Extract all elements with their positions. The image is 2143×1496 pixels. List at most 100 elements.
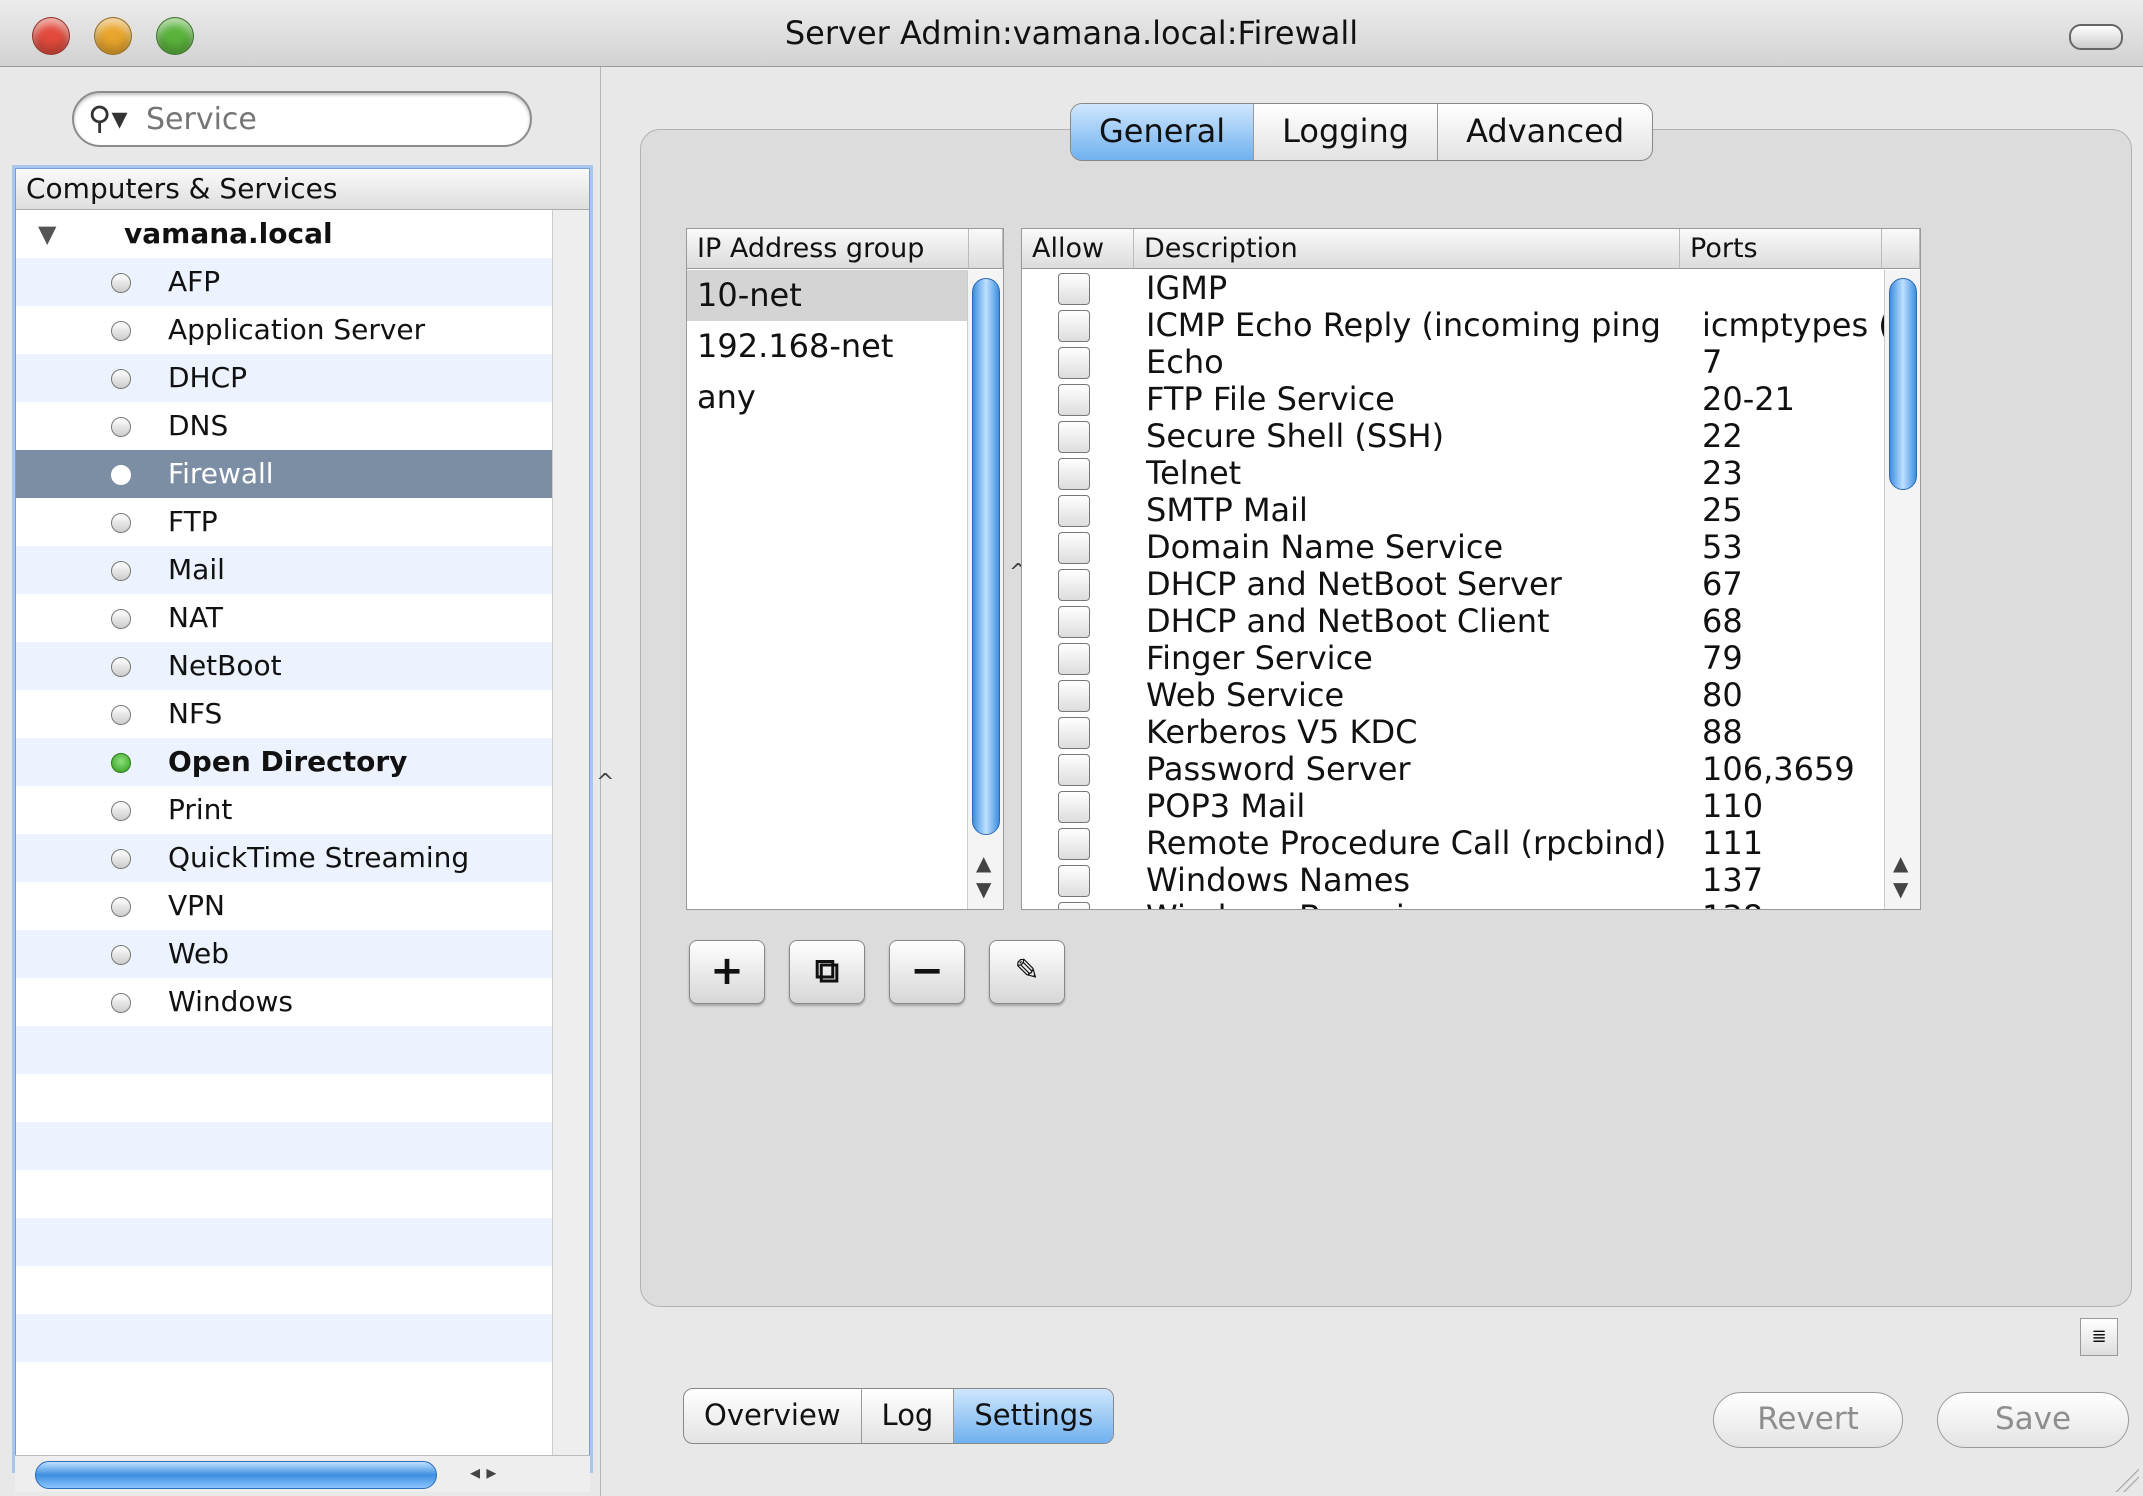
allow-checkbox[interactable] <box>1058 384 1090 416</box>
service-row[interactable]: DHCP and NetBoot Client 68 <box>1022 603 1882 640</box>
ip-list-scroll-thumb[interactable] <box>972 278 1000 835</box>
disclosure-triangle-icon[interactable]: ▼ <box>38 210 56 258</box>
sidebar-item-nfs[interactable]: NFS <box>16 690 552 738</box>
tree-horizontal-scrollbar[interactable]: ◂ ▸ <box>15 1455 590 1492</box>
duplicate-group-button[interactable]: ⧉ <box>789 940 865 1004</box>
service-description: Domain Name Service <box>1146 529 1504 566</box>
allow-checkbox[interactable] <box>1058 569 1090 601</box>
service-search-field[interactable]: ⚲▾ <box>72 91 532 147</box>
allow-checkbox[interactable] <box>1058 828 1090 860</box>
view-overview[interactable]: Overview <box>684 1389 862 1443</box>
allow-checkbox[interactable] <box>1058 458 1090 490</box>
service-row[interactable]: Password Server 106,3659 <box>1022 751 1882 788</box>
scroll-arrows-icon[interactable]: ◂ ▸ <box>470 1460 496 1484</box>
service-row[interactable]: IGMP <box>1022 270 1882 307</box>
allow-checkbox[interactable] <box>1058 902 1090 909</box>
service-row[interactable]: ICMP Echo Reply (incoming ping icmptypes … <box>1022 307 1884 344</box>
window-title: Server Admin:vamana.local:Firewall <box>784 14 1359 52</box>
sidebar-item-dhcp[interactable]: DHCP <box>16 354 552 402</box>
toolbar-toggle-button[interactable] <box>2069 24 2123 50</box>
sidebar-item-vpn[interactable]: VPN <box>16 882 552 930</box>
add-group-button[interactable]: + <box>689 940 765 1004</box>
service-row[interactable]: Secure Shell (SSH) 22 <box>1022 418 1882 455</box>
service-row[interactable]: Finger Service 79 <box>1022 640 1882 677</box>
help-page-icon[interactable]: ≣ <box>2080 1318 2118 1356</box>
sidebar-item-print[interactable]: Print <box>16 786 552 834</box>
tree-column-header[interactable]: Computers & Services <box>16 169 589 210</box>
scroll-up-down-icon[interactable]: ▲ ▼ <box>1893 850 1908 902</box>
allow-checkbox[interactable] <box>1058 606 1090 638</box>
service-ports: 20-21 <box>1702 381 1795 418</box>
sidebar-item-ftp[interactable]: FTP <box>16 498 552 546</box>
sidebar-item-open-directory[interactable]: Open Directory <box>16 738 552 786</box>
sidebar-item-nat[interactable]: NAT <box>16 594 552 642</box>
service-row[interactable]: SMTP Mail 25 <box>1022 492 1882 529</box>
service-row[interactable]: FTP File Service 20-21 <box>1022 381 1882 418</box>
search-input[interactable] <box>144 99 508 139</box>
ip-group-row[interactable]: 10-net <box>687 270 969 321</box>
sidebar-item-netboot[interactable]: NetBoot <box>16 642 552 690</box>
allow-checkbox[interactable] <box>1058 273 1090 305</box>
search-icon[interactable]: ⚲▾ <box>88 99 128 137</box>
allow-checkbox[interactable] <box>1058 865 1090 897</box>
allow-checkbox[interactable] <box>1058 717 1090 749</box>
allow-checkbox[interactable] <box>1058 643 1090 675</box>
service-row[interactable]: Domain Name Service 53 <box>1022 529 1882 566</box>
service-row[interactable]: POP3 Mail 110 <box>1022 788 1882 825</box>
sidebar-item-web[interactable]: Web <box>16 930 552 978</box>
allow-column-header[interactable]: Allow <box>1022 229 1134 269</box>
tree-rows: ▼ vamana.local AFP Application Server DHCP… <box>16 210 552 1410</box>
ip-group-row[interactable]: any <box>687 372 969 423</box>
tab-general[interactable]: General <box>1071 104 1255 160</box>
sidebar-item-afp[interactable]: AFP <box>16 258 552 306</box>
status-indicator-icon <box>111 465 131 485</box>
ip-group-column-header[interactable]: IP Address group <box>687 229 969 269</box>
description-column-header[interactable]: Description <box>1134 229 1680 269</box>
sidebar-item-dns[interactable]: DNS <box>16 402 552 450</box>
allow-checkbox[interactable] <box>1058 680 1090 712</box>
scroll-thumb[interactable] <box>35 1461 437 1489</box>
sidebar-item-firewall[interactable]: Firewall <box>16 450 552 498</box>
status-indicator-icon <box>111 321 131 341</box>
ip-group-row[interactable]: 192.168-net <box>687 321 969 372</box>
allow-checkbox[interactable] <box>1058 791 1090 823</box>
tab-logging[interactable]: Logging <box>1254 104 1439 160</box>
service-row[interactable]: Windows Names 137 <box>1022 862 1882 899</box>
ports-column-header[interactable]: Ports <box>1680 229 1882 269</box>
sidebar-item-windows[interactable]: Windows <box>16 978 552 1026</box>
service-row[interactable]: DHCP and NetBoot Server 67 <box>1022 566 1882 603</box>
allow-checkbox[interactable] <box>1058 495 1090 527</box>
sidebar-item-application-server[interactable]: Application Server <box>16 306 552 354</box>
view-settings[interactable]: Settings <box>954 1389 1114 1443</box>
remove-group-button[interactable]: − <box>889 940 965 1004</box>
service-row[interactable]: Telnet 23 <box>1022 455 1882 492</box>
service-row[interactable]: Echo 7 <box>1022 344 1882 381</box>
service-row[interactable]: Web Service 80 <box>1022 677 1882 714</box>
sidebar-item-quicktime-streaming[interactable]: QuickTime Streaming <box>16 834 552 882</box>
services-scroll-thumb[interactable] <box>1889 278 1917 490</box>
allow-checkbox[interactable] <box>1058 754 1090 786</box>
tab-advanced[interactable]: Advanced <box>1438 104 1652 160</box>
scroll-up-down-icon[interactable]: ▲ ▼ <box>976 850 991 902</box>
ip-list-scrollbar[interactable]: ▲ ▼ <box>967 270 1003 909</box>
service-description: Echo <box>1146 344 1224 381</box>
tree-host-row[interactable]: ▼ vamana.local <box>16 210 552 258</box>
view-log[interactable]: Log <box>862 1389 955 1443</box>
service-ports: 23 <box>1702 455 1743 492</box>
allow-checkbox[interactable] <box>1058 310 1090 342</box>
service-ports: 68 <box>1702 603 1743 640</box>
allow-checkbox[interactable] <box>1058 347 1090 379</box>
resize-grip-icon[interactable] <box>2115 1468 2139 1492</box>
services-scrollbar[interactable]: ▲ ▼ <box>1884 270 1920 909</box>
service-row[interactable]: Kerberos V5 KDC 88 <box>1022 714 1882 751</box>
tree-vertical-scrollbar[interactable] <box>552 210 589 1469</box>
revert-button[interactable]: Revert <box>1713 1392 1903 1448</box>
sidebar-split-handle-icon[interactable]: ^ <box>596 770 614 795</box>
service-row[interactable]: Remote Procedure Call (rpcbind) 111 <box>1022 825 1882 862</box>
service-row[interactable]: Windows Browsing 138 <box>1022 899 1882 909</box>
edit-group-button[interactable]: ✎ <box>989 940 1065 1004</box>
allow-checkbox[interactable] <box>1058 421 1090 453</box>
allow-checkbox[interactable] <box>1058 532 1090 564</box>
save-button[interactable]: Save <box>1937 1392 2129 1448</box>
sidebar-item-mail[interactable]: Mail <box>16 546 552 594</box>
